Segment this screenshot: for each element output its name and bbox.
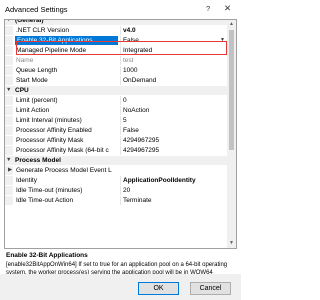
scroll-up-arrow-icon[interactable]: ▲ [227,20,236,29]
row-gutter [5,76,13,85]
property-value[interactable]: ApplicationPoolIdentity [120,176,227,185]
property-name: Name [16,57,34,64]
row-gutter [5,46,13,55]
row-gutter [5,176,13,185]
category-header[interactable]: ▼ (General) [5,20,227,25]
category-label: CPU [15,87,29,94]
property-value[interactable]: Integrated [120,46,227,55]
property-name: Managed Pipeline Mode [16,47,87,54]
category-header[interactable]: ▼ Process Model [5,156,227,165]
property-name: .NET CLR Version [16,27,69,34]
property-row[interactable]: Name test [5,56,227,65]
row-gutter [5,56,13,65]
collapse-chevron-icon[interactable]: ▼ [6,156,11,165]
row-gutter [5,66,13,75]
property-row[interactable]: ▶ Generate Process Model Event L [5,166,227,175]
property-row[interactable]: Limit (percent) 0 [5,96,227,105]
property-name: Limit Interval (minutes) [16,117,82,124]
property-value[interactable]: False ▼ [120,36,227,45]
row-gutter [5,136,13,145]
cancel-button[interactable]: Cancel [190,282,231,295]
row-gutter [5,26,13,35]
row-gutter [5,186,13,195]
property-row[interactable]: Limit Action NoAction [5,106,227,115]
vertical-scrollbar[interactable]: ▲ ▼ [227,20,236,248]
property-row[interactable]: Processor Affinity Mask (64-bit c 4294967… [5,146,227,155]
property-name: Queue Length [16,67,58,74]
property-row[interactable]: Processor Affinity Enabled False [5,126,227,135]
property-name: Start Mode [16,77,48,84]
property-value[interactable]: test [120,56,227,65]
scroll-down-arrow-icon[interactable]: ▼ [227,239,236,248]
property-name: Processor Affinity Enabled [16,127,92,134]
help-icon[interactable]: ? [206,4,210,13]
property-row[interactable]: Idle Time-out (minutes) 20 [5,186,227,195]
property-row-selected[interactable]: Enable 32-Bit Applications False ▼ [5,36,227,45]
property-value[interactable]: Terminate [120,196,227,205]
property-grid: ▼ (General) .NET CLR Version v4.0 Enable 32-… [4,19,237,249]
property-name: Limit Action [16,107,50,114]
property-value[interactable]: 4294967295 [120,146,227,155]
property-value[interactable]: 5 [120,116,227,125]
property-value[interactable]: 1000 [120,66,227,75]
property-row[interactable]: Queue Length 1000 [5,66,227,75]
property-name: Limit (percent) [16,97,58,104]
property-row[interactable]: Start Mode OnDemand [5,76,227,85]
description-title: Enable 32-Bit Applications [6,252,88,259]
property-value[interactable]: v4.0 [120,26,227,35]
property-name: Idle Time-out (minutes) [16,187,83,194]
property-row[interactable]: Limit Interval (minutes) 5 [5,116,227,125]
property-row[interactable]: Idle Time-out Action Terminate [5,196,227,205]
property-name: Idle Time-out Action [16,197,74,204]
property-row[interactable]: Identity ApplicationPoolIdentity [5,176,227,185]
dropdown-arrow-icon[interactable]: ▼ [219,37,226,44]
row-gutter [5,126,13,135]
category-label: Process Model [15,157,61,164]
window-title: Advanced Settings [5,5,68,14]
property-value[interactable]: OnDemand [120,76,227,85]
property-grid-rows: ▼ (General) .NET CLR Version v4.0 Enable 32-… [5,20,227,248]
ok-button[interactable]: OK [138,282,179,295]
property-row[interactable]: Managed Pipeline Mode Integrated [5,46,227,55]
property-value[interactable]: NoAction [120,106,227,115]
row-gutter [5,196,13,205]
property-name: Identity [16,177,37,184]
category-header[interactable]: ▼ CPU [5,86,227,95]
property-name: Processor Affinity Mask (64-bit c [16,147,109,154]
title-bar: Advanced Settings ? ✕ [0,0,241,19]
property-row[interactable]: .NET CLR Version v4.0 [5,26,227,35]
property-name: Processor Affinity Mask [16,137,84,144]
property-value[interactable]: False [120,126,227,135]
scrollbar-thumb[interactable] [229,30,234,150]
collapse-chevron-icon[interactable]: ▼ [6,20,11,25]
row-gutter [5,36,13,45]
property-value[interactable]: 4294967295 [120,136,227,145]
expand-chevron-icon[interactable]: ▶ [8,166,12,175]
property-row[interactable]: Processor Affinity Mask 4294967295 [5,136,227,145]
collapse-chevron-icon[interactable]: ▼ [6,86,11,95]
property-value[interactable]: 0 [120,96,227,105]
row-gutter [5,116,13,125]
close-icon[interactable]: ✕ [224,3,231,14]
property-name: Generate Process Model Event L [16,167,112,174]
property-name: Enable 32-Bit Applications [15,36,118,45]
row-gutter [5,106,13,115]
property-value[interactable]: 20 [120,186,227,195]
category-label: (General) [15,20,44,24]
row-gutter [5,146,13,155]
row-gutter [5,96,13,105]
